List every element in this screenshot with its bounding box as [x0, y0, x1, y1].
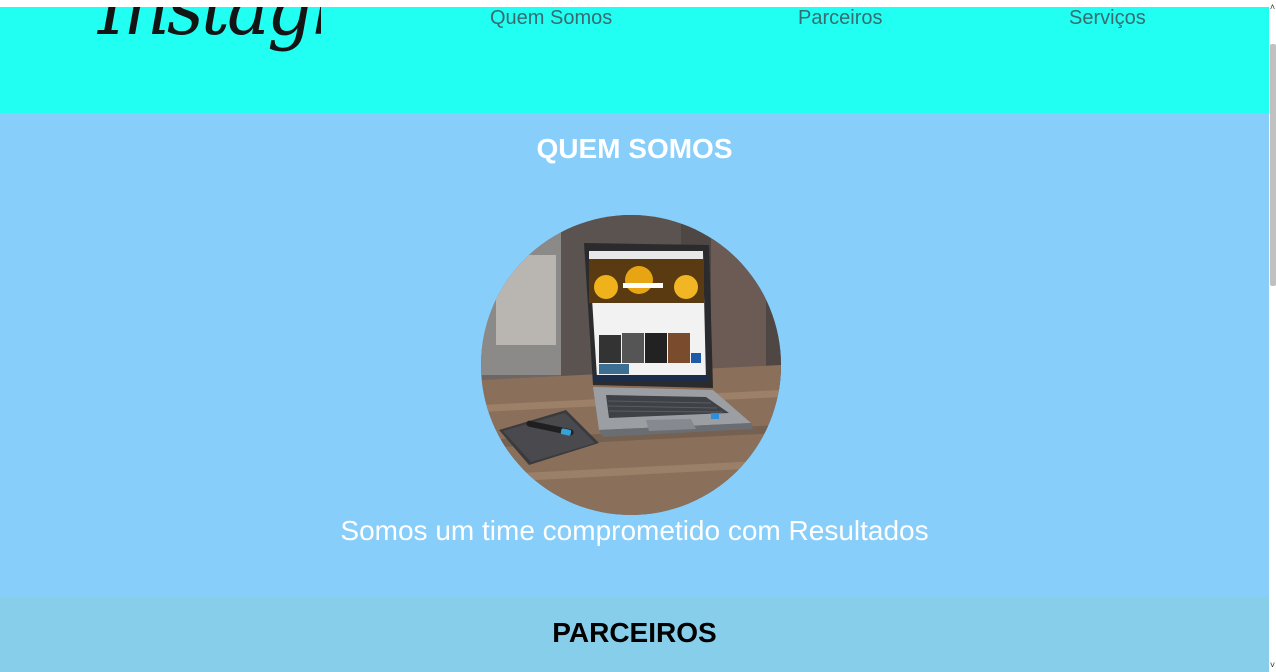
quem-somos-tagline: Somos um time comprometido com Resultado…: [340, 515, 929, 546]
nav-link-servicos[interactable]: Serviços: [1069, 7, 1146, 30]
scroll-down-arrow-icon[interactable]: ˅: [1269, 660, 1276, 670]
top-border: [0, 0, 1269, 7]
scrollbar-thumb[interactable]: [1270, 44, 1276, 286]
nav-link-quem-somos[interactable]: Quem Somos: [490, 7, 612, 30]
instagram-logo[interactable]: Instagram: [96, 7, 321, 77]
site-header: Instagram Quem Somos Parceiros Serviços: [0, 7, 1269, 113]
section-title-quem-somos: QUEM SOMOS: [536, 133, 733, 164]
section-quem-somos: QUEM SOMOS Somos um time comprometido co…: [0, 113, 1269, 597]
laptop-image: [481, 215, 781, 515]
scroll-up-arrow-icon[interactable]: ˄: [1269, 2, 1276, 12]
logo-text: Instagram: [98, 7, 321, 53]
laptop-photo: [481, 215, 781, 515]
nav-link-parceiros[interactable]: Parceiros: [798, 7, 882, 30]
section-title-parceiros: PARCEIROS: [552, 617, 717, 648]
section-parceiros: PARCEIROS: [0, 597, 1269, 672]
